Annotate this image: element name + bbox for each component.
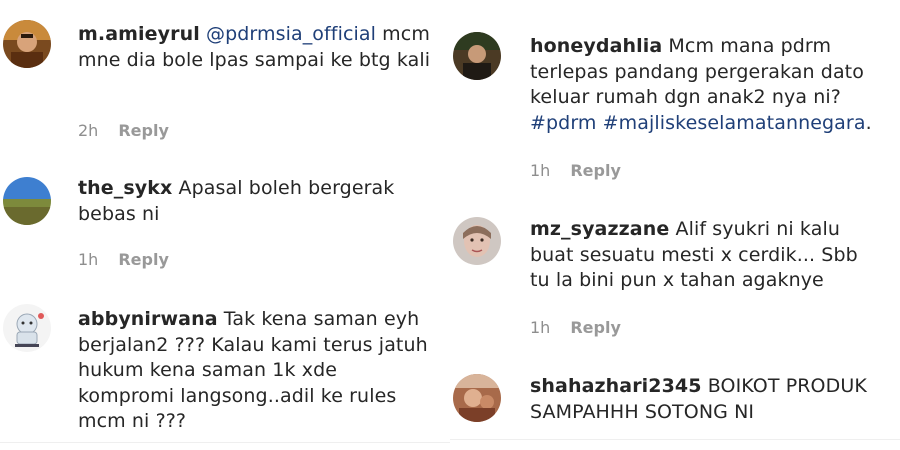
comment-meta: 2h Reply [78,121,169,140]
comment-hashtag-links[interactable]: #pdrm #majliskeselamatannegara [530,112,866,134]
user-avatar[interactable] [3,177,51,225]
divider [450,439,900,440]
comment-username[interactable]: m.amieyrul [78,23,200,45]
user-avatar[interactable] [453,374,501,422]
comment-item: the_sykx Apasal boleh bergerak bebas ni … [0,165,450,285]
comment-timestamp: 1h [78,250,99,269]
user-avatar-photo [453,217,501,265]
reply-button[interactable]: Reply [118,250,169,269]
comment-text: shahazhari2345 BOIKOT PRODUK SAMPAHHH SO… [530,374,875,425]
comment-item: abbynirwana Tak kena saman eyh berjalan2… [0,295,450,445]
divider [0,442,450,443]
comment-meta: 1h Reply [530,161,621,180]
user-avatar[interactable] [3,304,51,352]
comment-text: m.amieyrul @pdrmsia_official mcm mne dia… [78,22,438,73]
landscape-avatar-photo [3,177,51,225]
comment-meta: 1h Reply [78,250,169,269]
comment-text: the_sykx Apasal boleh bergerak bebas ni [78,176,438,227]
comment-username[interactable]: abbynirwana [78,308,218,330]
reply-button[interactable]: Reply [570,318,621,337]
reply-button[interactable]: Reply [118,121,169,140]
comment-text: mz_syazzane Alif syukri ni kalu buat ses… [530,217,875,294]
cartoon-avatar-photo [3,304,51,352]
left-comment-column: m.amieyrul @pdrmsia_official mcm mne dia… [0,0,450,450]
user-avatar[interactable] [453,217,501,265]
comment-username[interactable]: shahazhari2345 [530,375,702,397]
user-avatar-photo [453,32,501,80]
comment-meta: 1h Reply [530,318,621,337]
comment-item: honeydahlia Mcm mana pdrm terlepas panda… [450,0,900,190]
comment-text: abbynirwana Tak kena saman eyh berjalan2… [78,307,428,435]
comment-username[interactable]: honeydahlia [530,35,662,57]
comment-item: mz_syazzane Alif syukri ni kalu buat ses… [450,200,900,350]
comment-body-suffix: . [865,111,872,134]
user-avatar[interactable] [3,20,51,68]
comment-item: shahazhari2345 BOIKOT PRODUK SAMPAHHH SO… [450,362,900,442]
comment-item: m.amieyrul @pdrmsia_official mcm mne dia… [0,0,450,150]
user-avatar-photo [453,374,501,422]
comment-username[interactable]: the_sykx [78,177,172,199]
comment-timestamp: 2h [78,121,99,140]
right-comment-column: honeydahlia Mcm mana pdrm terlepas panda… [450,0,900,450]
comment-username[interactable]: mz_syazzane [530,218,669,240]
comment-text: honeydahlia Mcm mana pdrm terlepas panda… [530,34,875,136]
reply-button[interactable]: Reply [570,161,621,180]
comment-timestamp: 1h [530,318,551,337]
comment-mention-link[interactable]: @pdrmsia_official [206,23,376,45]
user-avatar[interactable] [453,32,501,80]
comment-timestamp: 1h [530,161,551,180]
user-avatar-photo [3,20,51,68]
